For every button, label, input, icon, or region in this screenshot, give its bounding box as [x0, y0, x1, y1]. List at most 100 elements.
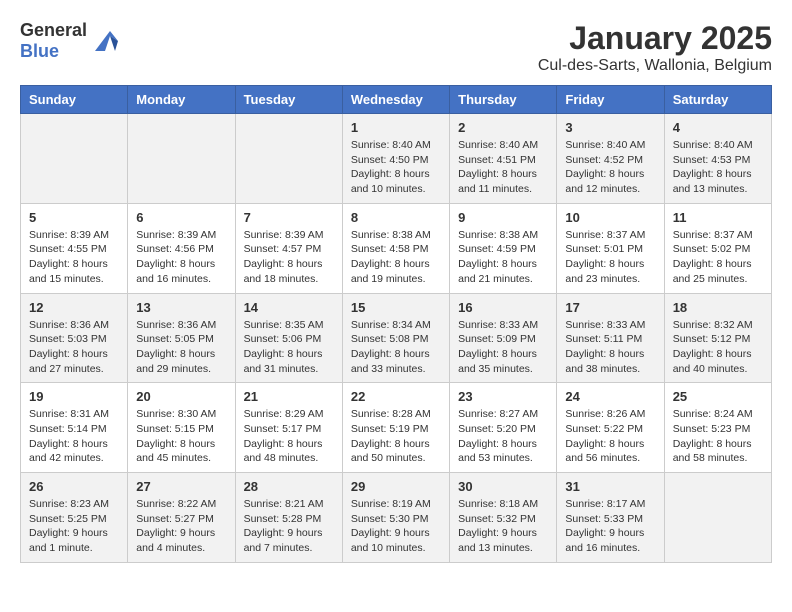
calendar-day-cell: 7 Sunrise: 8:39 AM Sunset: 4:57 PM Daylig…: [235, 203, 342, 293]
day-number: 20: [136, 389, 226, 404]
day-number: 27: [136, 479, 226, 494]
day-info: Sunrise: 8:39 AM Sunset: 4:57 PM Dayligh…: [244, 228, 334, 287]
day-info: Sunrise: 8:37 AM Sunset: 5:01 PM Dayligh…: [565, 228, 655, 287]
day-of-week-header: Tuesday: [235, 86, 342, 114]
day-info: Sunrise: 8:36 AM Sunset: 5:05 PM Dayligh…: [136, 318, 226, 377]
day-info: Sunrise: 8:39 AM Sunset: 4:56 PM Dayligh…: [136, 228, 226, 287]
day-number: 23: [458, 389, 548, 404]
calendar-day-cell: 30 Sunrise: 8:18 AM Sunset: 5:32 PM Dayli…: [450, 473, 557, 563]
calendar-day-cell: [128, 114, 235, 204]
calendar-day-cell: 26 Sunrise: 8:23 AM Sunset: 5:25 PM Dayli…: [21, 473, 128, 563]
day-info: Sunrise: 8:33 AM Sunset: 5:11 PM Dayligh…: [565, 318, 655, 377]
calendar-day-cell: 6 Sunrise: 8:39 AM Sunset: 4:56 PM Daylig…: [128, 203, 235, 293]
day-info: Sunrise: 8:32 AM Sunset: 5:12 PM Dayligh…: [673, 318, 763, 377]
calendar-day-cell: 23 Sunrise: 8:27 AM Sunset: 5:20 PM Dayli…: [450, 383, 557, 473]
day-number: 18: [673, 300, 763, 315]
day-number: 8: [351, 210, 441, 225]
day-info: Sunrise: 8:30 AM Sunset: 5:15 PM Dayligh…: [136, 407, 226, 466]
calendar-week-row: 19 Sunrise: 8:31 AM Sunset: 5:14 PM Dayli…: [21, 383, 772, 473]
logo: General Blue: [20, 20, 120, 62]
calendar-day-cell: 20 Sunrise: 8:30 AM Sunset: 5:15 PM Dayli…: [128, 383, 235, 473]
day-number: 7: [244, 210, 334, 225]
day-info: Sunrise: 8:33 AM Sunset: 5:09 PM Dayligh…: [458, 318, 548, 377]
calendar-week-row: 26 Sunrise: 8:23 AM Sunset: 5:25 PM Dayli…: [21, 473, 772, 563]
calendar-week-row: 12Sunrise: 8:36 AM Sunset: 5:03 PM Dayli…: [21, 293, 772, 383]
calendar-day-cell: 1 Sunrise: 8:40 AM Sunset: 4:50 PM Daylig…: [342, 114, 449, 204]
day-number: 11: [673, 210, 763, 225]
day-number: 3: [565, 120, 655, 135]
day-number: 22: [351, 389, 441, 404]
calendar-day-cell: 5Sunrise: 8:39 AM Sunset: 4:55 PM Daylig…: [21, 203, 128, 293]
day-number: 2: [458, 120, 548, 135]
calendar-day-cell: 14Sunrise: 8:35 AM Sunset: 5:06 PM Dayli…: [235, 293, 342, 383]
day-of-week-header: Friday: [557, 86, 664, 114]
calendar-day-cell: 9 Sunrise: 8:38 AM Sunset: 4:59 PM Daylig…: [450, 203, 557, 293]
day-info: Sunrise: 8:19 AM Sunset: 5:30 PM Dayligh…: [351, 497, 441, 556]
day-info: Sunrise: 8:34 AM Sunset: 5:08 PM Dayligh…: [351, 318, 441, 377]
day-info: Sunrise: 8:29 AM Sunset: 5:17 PM Dayligh…: [244, 407, 334, 466]
day-number: 15: [351, 300, 441, 315]
month-title: January 2025: [538, 20, 772, 57]
day-number: 28: [244, 479, 334, 494]
calendar-day-cell: 27Sunrise: 8:22 AM Sunset: 5:27 PM Dayli…: [128, 473, 235, 563]
day-number: 30: [458, 479, 548, 494]
day-number: 4: [673, 120, 763, 135]
calendar-day-cell: 29Sunrise: 8:19 AM Sunset: 5:30 PM Dayli…: [342, 473, 449, 563]
day-number: 19: [29, 389, 119, 404]
calendar-day-cell: 8 Sunrise: 8:38 AM Sunset: 4:58 PM Daylig…: [342, 203, 449, 293]
day-number: 21: [244, 389, 334, 404]
day-info: Sunrise: 8:26 AM Sunset: 5:22 PM Dayligh…: [565, 407, 655, 466]
calendar-week-row: 5Sunrise: 8:39 AM Sunset: 4:55 PM Daylig…: [21, 203, 772, 293]
day-info: Sunrise: 8:40 AM Sunset: 4:53 PM Dayligh…: [673, 138, 763, 197]
calendar-day-cell: 11Sunrise: 8:37 AM Sunset: 5:02 PM Dayli…: [664, 203, 771, 293]
day-info: Sunrise: 8:35 AM Sunset: 5:06 PM Dayligh…: [244, 318, 334, 377]
day-of-week-header: Wednesday: [342, 86, 449, 114]
calendar-day-cell: 22 Sunrise: 8:28 AM Sunset: 5:19 PM Dayli…: [342, 383, 449, 473]
calendar-week-row: 1 Sunrise: 8:40 AM Sunset: 4:50 PM Daylig…: [21, 114, 772, 204]
day-number: 13: [136, 300, 226, 315]
day-number: 9: [458, 210, 548, 225]
day-number: 10: [565, 210, 655, 225]
logo-general: General: [20, 20, 87, 40]
calendar-day-cell: 25Sunrise: 8:24 AM Sunset: 5:23 PM Dayli…: [664, 383, 771, 473]
day-info: Sunrise: 8:31 AM Sunset: 5:14 PM Dayligh…: [29, 407, 119, 466]
day-info: Sunrise: 8:27 AM Sunset: 5:20 PM Dayligh…: [458, 407, 548, 466]
calendar-day-cell: 31Sunrise: 8:17 AM Sunset: 5:33 PM Dayli…: [557, 473, 664, 563]
day-info: Sunrise: 8:18 AM Sunset: 5:32 PM Dayligh…: [458, 497, 548, 556]
day-info: Sunrise: 8:38 AM Sunset: 4:58 PM Dayligh…: [351, 228, 441, 287]
day-of-week-header: Sunday: [21, 86, 128, 114]
logo-text: General Blue: [20, 20, 87, 62]
day-info: Sunrise: 8:21 AM Sunset: 5:28 PM Dayligh…: [244, 497, 334, 556]
day-info: Sunrise: 8:40 AM Sunset: 4:50 PM Dayligh…: [351, 138, 441, 197]
day-info: Sunrise: 8:28 AM Sunset: 5:19 PM Dayligh…: [351, 407, 441, 466]
day-info: Sunrise: 8:38 AM Sunset: 4:59 PM Dayligh…: [458, 228, 548, 287]
calendar-day-cell: 18 Sunrise: 8:32 AM Sunset: 5:12 PM Dayli…: [664, 293, 771, 383]
day-info: Sunrise: 8:23 AM Sunset: 5:25 PM Dayligh…: [29, 497, 119, 556]
calendar-day-cell: 2 Sunrise: 8:40 AM Sunset: 4:51 PM Daylig…: [450, 114, 557, 204]
calendar-day-cell: 13 Sunrise: 8:36 AM Sunset: 5:05 PM Dayli…: [128, 293, 235, 383]
calendar-day-cell: 3 Sunrise: 8:40 AM Sunset: 4:52 PM Daylig…: [557, 114, 664, 204]
day-of-week-header: Monday: [128, 86, 235, 114]
day-number: 26: [29, 479, 119, 494]
day-number: 31: [565, 479, 655, 494]
location-title: Cul-des-Sarts, Wallonia, Belgium: [538, 57, 772, 75]
calendar-day-cell: [21, 114, 128, 204]
day-info: Sunrise: 8:40 AM Sunset: 4:51 PM Dayligh…: [458, 138, 548, 197]
calendar-day-cell: 24 Sunrise: 8:26 AM Sunset: 5:22 PM Dayli…: [557, 383, 664, 473]
calendar-day-cell: 17Sunrise: 8:33 AM Sunset: 5:11 PM Dayli…: [557, 293, 664, 383]
day-info: Sunrise: 8:40 AM Sunset: 4:52 PM Dayligh…: [565, 138, 655, 197]
calendar-day-cell: 12Sunrise: 8:36 AM Sunset: 5:03 PM Dayli…: [21, 293, 128, 383]
day-number: 1: [351, 120, 441, 135]
title-section: January 2025 Cul-des-Sarts, Wallonia, Be…: [538, 20, 772, 75]
calendar-table: SundayMondayTuesdayWednesdayThursdayFrid…: [20, 85, 772, 563]
day-of-week-header: Thursday: [450, 86, 557, 114]
day-of-week-header: Saturday: [664, 86, 771, 114]
day-number: 12: [29, 300, 119, 315]
day-number: 16: [458, 300, 548, 315]
day-number: 6: [136, 210, 226, 225]
calendar-day-cell: 15 Sunrise: 8:34 AM Sunset: 5:08 PM Dayli…: [342, 293, 449, 383]
calendar-header-row: SundayMondayTuesdayWednesdayThursdayFrid…: [21, 86, 772, 114]
calendar-day-cell: 19 Sunrise: 8:31 AM Sunset: 5:14 PM Dayli…: [21, 383, 128, 473]
day-number: 24: [565, 389, 655, 404]
calendar-day-cell: 4 Sunrise: 8:40 AM Sunset: 4:53 PM Daylig…: [664, 114, 771, 204]
